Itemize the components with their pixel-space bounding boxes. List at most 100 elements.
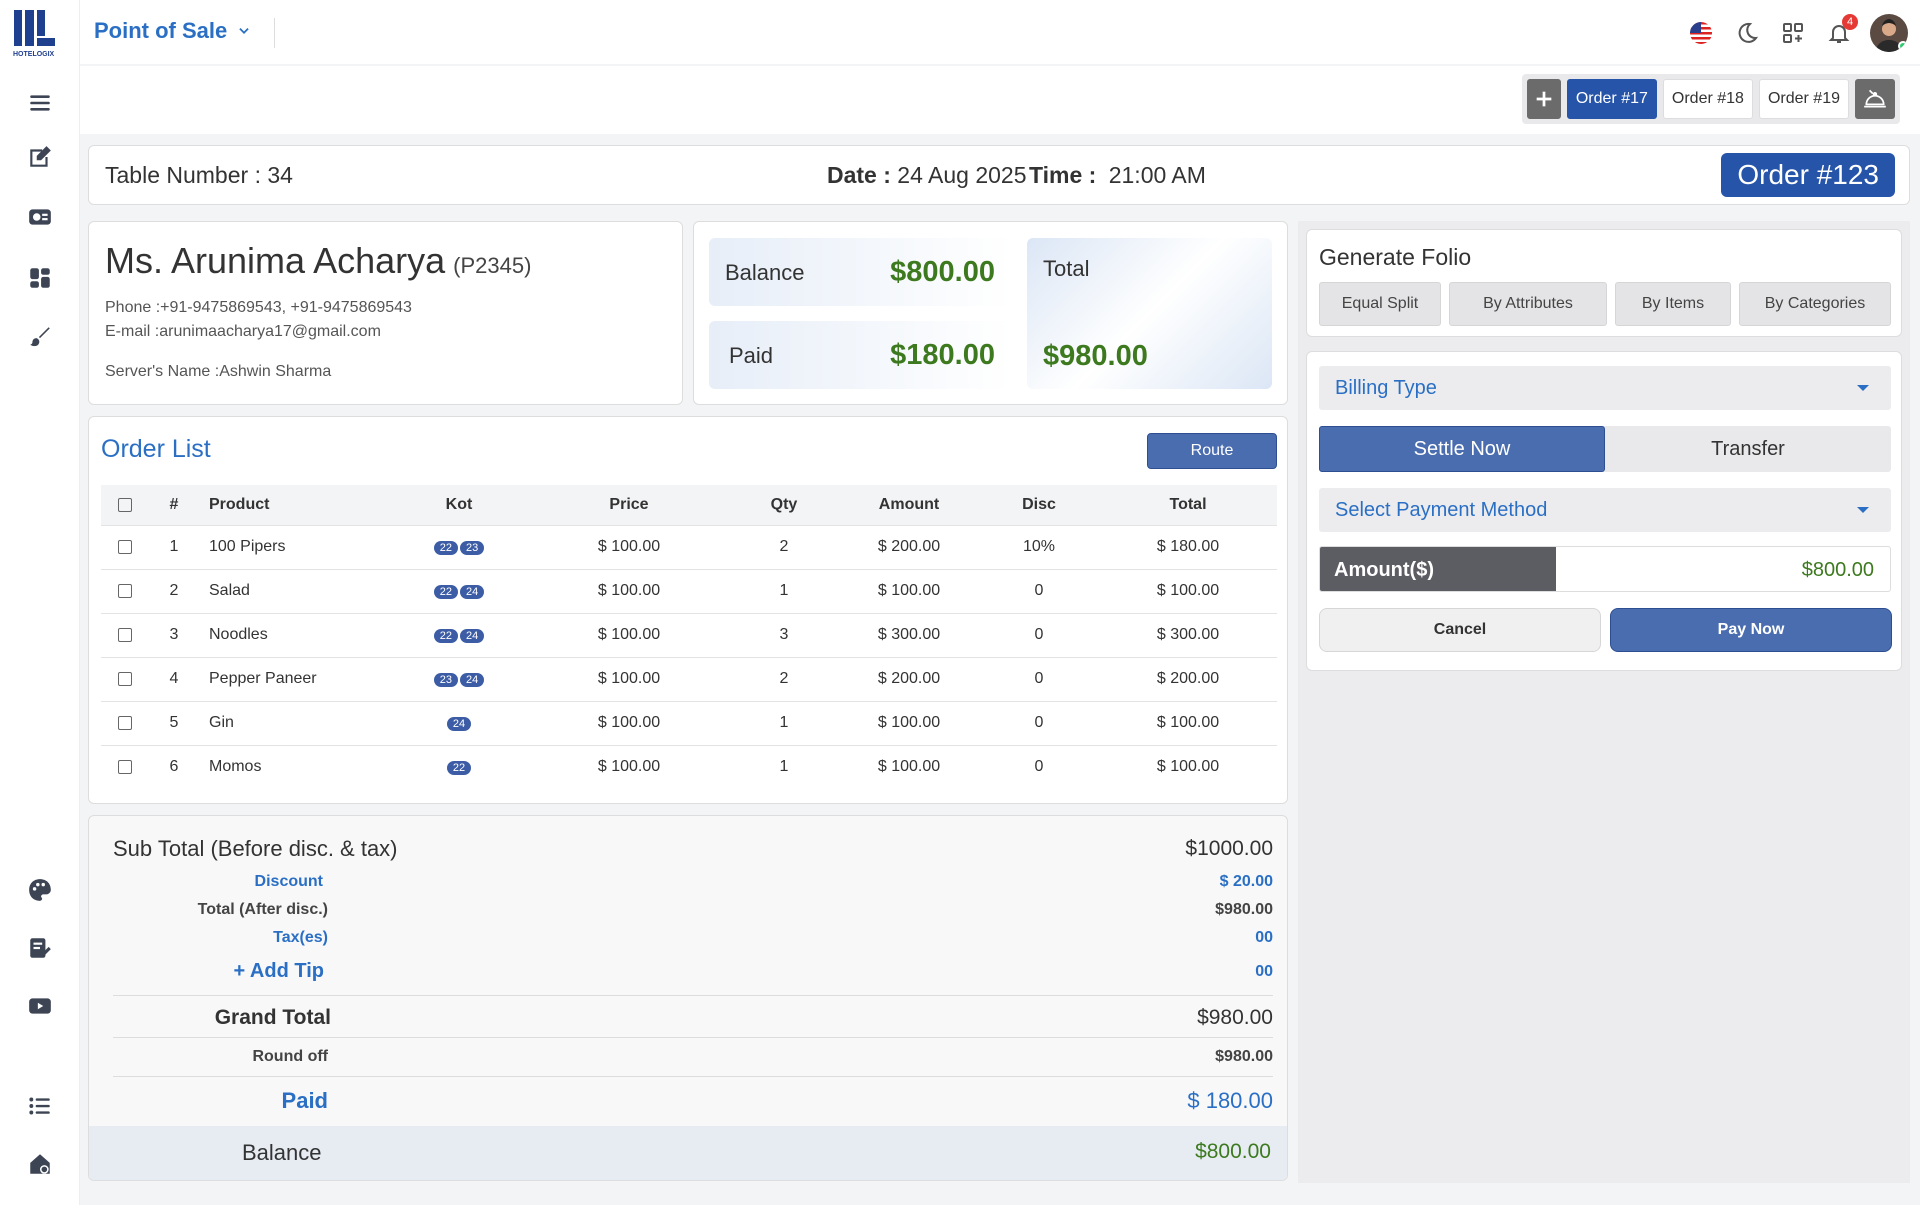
- select-all-checkbox[interactable]: [118, 497, 132, 512]
- payment-method-dropdown[interactable]: Select Payment Method: [1319, 488, 1891, 532]
- row-amount: $ 300.00: [839, 612, 979, 657]
- dashboard-card-icon[interactable]: [24, 201, 56, 233]
- guest-info-card: Ms. Arunima Acharya (P2345) Phone :+91-94…: [88, 221, 683, 405]
- kot-badge: 22: [446, 761, 472, 776]
- table-row: 4 Pepper Paneer 23 24 $ 100.00 2 $ 200.00 0 $ 20…: [101, 656, 1277, 701]
- user-avatar[interactable]: [1870, 14, 1908, 52]
- row-checkbox[interactable]: [118, 539, 132, 554]
- grand-total-row: Grand Total $980.00: [113, 1006, 1273, 1030]
- cancel-button[interactable]: Cancel: [1319, 608, 1601, 652]
- row-disc: 0: [979, 700, 1099, 745]
- grand-total-label: Grand Total: [214, 1006, 331, 1029]
- add-tip-button[interactable]: + Add Tip: [113, 960, 324, 983]
- row-kot: 22 24: [389, 612, 529, 657]
- row-checkbox[interactable]: [118, 583, 132, 598]
- balance-value: $800.00: [890, 256, 995, 288]
- kot-badge: 22: [433, 629, 458, 643]
- app-switcher[interactable]: Point of Sale: [94, 18, 251, 44]
- row-amount: $ 100.00: [839, 700, 979, 745]
- balance-label: Balance: [725, 260, 805, 285]
- row-checkbox[interactable]: [118, 760, 132, 775]
- table-header: # Product Kot Price Qty Amount Disc Tota…: [101, 485, 1277, 525]
- caret-down-icon: [1857, 385, 1869, 391]
- payment-card: Billing Type Settle Now Transfer Select …: [1306, 351, 1902, 671]
- room-service-button[interactable]: [1855, 79, 1895, 119]
- discount-row: Discount $ 20.00: [113, 873, 1273, 891]
- guest-name: Ms. Arunima Acharya (P2345): [105, 240, 532, 281]
- top-bar: Point of Sale 4: [80, 0, 1920, 64]
- amount-value: $800.00: [1801, 559, 1874, 581]
- palette-icon[interactable]: [24, 874, 56, 906]
- transfer-button[interactable]: Transfer: [1605, 426, 1891, 472]
- row-checkbox[interactable]: [118, 715, 132, 730]
- settle-transfer-toggle: Settle Now Transfer: [1319, 426, 1891, 472]
- amount-label: Amount($): [1320, 547, 1556, 591]
- brush-icon[interactable]: [24, 321, 56, 353]
- route-button[interactable]: Route: [1147, 433, 1277, 469]
- by-items-button[interactable]: By Items: [1615, 282, 1731, 326]
- pay-now-button[interactable]: Pay Now: [1610, 608, 1892, 652]
- row-disc: 0: [979, 744, 1099, 789]
- list-icon[interactable]: [24, 1090, 56, 1122]
- table-row: 6 Momos 22 $ 100.00 1 $ 100.00 0 $ 100.00: [101, 744, 1277, 789]
- row-checkbox[interactable]: [118, 627, 132, 642]
- row-product: Noodles: [199, 612, 389, 657]
- settle-now-button[interactable]: Settle Now: [1319, 426, 1605, 472]
- kot-badge: 22: [433, 585, 458, 599]
- tip-value: 00: [1255, 962, 1273, 980]
- grand-total-value: $980.00: [1197, 1006, 1273, 1029]
- row-disc: 0: [979, 612, 1099, 657]
- dark-mode-icon[interactable]: [1732, 18, 1762, 48]
- row-qty: 1: [729, 744, 839, 789]
- row-kot: 22 23: [389, 524, 529, 569]
- round-off-value: $980.00: [1215, 1048, 1273, 1065]
- row-price: $ 100.00: [529, 524, 729, 569]
- kot-badge: 24: [460, 585, 485, 599]
- equal-split-button[interactable]: Equal Split: [1319, 282, 1441, 326]
- by-categories-button[interactable]: By Categories: [1739, 282, 1891, 326]
- row-price: $ 100.00: [529, 568, 729, 613]
- col-price: Price: [529, 485, 729, 525]
- add-order-button[interactable]: [1526, 79, 1561, 119]
- video-icon[interactable]: [24, 990, 56, 1022]
- home-settings-icon[interactable]: [24, 1148, 56, 1180]
- row-kot: 23 24: [389, 656, 529, 701]
- row-product: Gin: [199, 700, 389, 745]
- row-checkbox[interactable]: [118, 671, 132, 686]
- apps-grid-icon[interactable]: [1778, 18, 1808, 48]
- edit-notes-icon[interactable]: [24, 141, 56, 173]
- notification-bell-icon[interactable]: 4: [1824, 14, 1858, 48]
- plus-icon: [1536, 91, 1552, 107]
- guest-code: (P2345): [453, 253, 532, 278]
- row-qty: 2: [729, 524, 839, 569]
- menu-icon[interactable]: [24, 87, 56, 119]
- kot-badge: 24: [460, 673, 485, 687]
- divider: [274, 18, 275, 48]
- row-disc: 0: [979, 656, 1099, 701]
- widgets-icon[interactable]: [24, 262, 56, 294]
- paid-value: $ 180.00: [1187, 1088, 1273, 1113]
- kot-badge: 22: [433, 541, 458, 555]
- by-attributes-button[interactable]: By Attributes: [1449, 282, 1607, 326]
- row-qty: 3: [729, 612, 839, 657]
- amount-field[interactable]: Amount($) $800.00: [1319, 546, 1891, 592]
- col-num: #: [149, 485, 199, 525]
- row-total: $ 100.00: [1099, 744, 1277, 789]
- discount-label[interactable]: Discount: [113, 873, 323, 891]
- tab-order-18[interactable]: Order #18: [1662, 79, 1753, 119]
- row-qty: 1: [729, 700, 839, 745]
- bill-summary-card: Sub Total (Before disc. & tax) $1000.00 …: [88, 815, 1288, 1181]
- tab-order-17[interactable]: Order #17: [1566, 79, 1657, 119]
- tax-label[interactable]: Tax(es): [113, 929, 328, 947]
- tab-order-19[interactable]: Order #19: [1758, 79, 1849, 119]
- kot-badge: 23: [460, 541, 485, 555]
- row-qty: 1: [729, 568, 839, 613]
- row-amount: $ 100.00: [839, 568, 979, 613]
- billing-type-label: Billing Type: [1335, 376, 1437, 399]
- us-flag-icon[interactable]: [1686, 18, 1716, 48]
- row-kot: 24: [389, 700, 529, 745]
- row-product: 100 Pipers: [199, 524, 389, 569]
- billing-type-dropdown[interactable]: Billing Type: [1319, 366, 1891, 410]
- balance-value: $800.00: [1195, 1140, 1271, 1163]
- report-edit-icon[interactable]: [24, 932, 56, 964]
